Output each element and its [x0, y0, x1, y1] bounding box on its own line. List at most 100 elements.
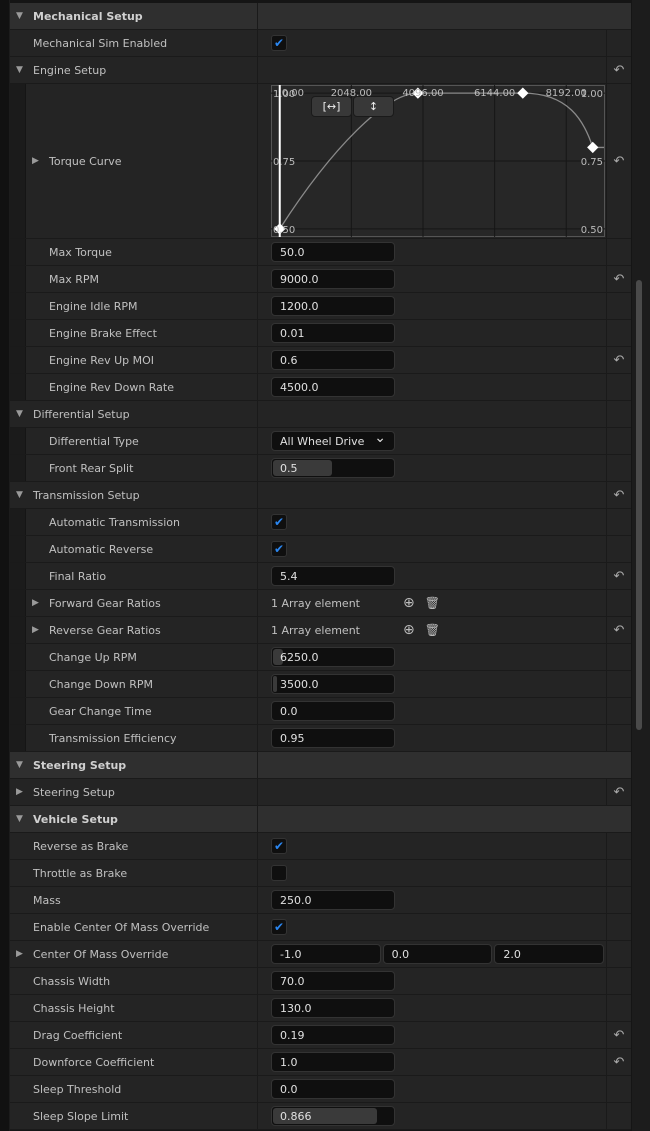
category-mechanical-setup[interactable]: ▼ Mechanical Setup [10, 3, 631, 30]
expand-arrow-icon[interactable]: ▶ [32, 156, 39, 166]
checkbox[interactable]: ✔ [271, 514, 287, 530]
input-value[interactable]: 6250.0 [280, 651, 319, 664]
input-value[interactable]: 0.0 [392, 948, 410, 961]
input-value[interactable]: 0.0 [280, 705, 298, 718]
collapse-arrow-icon[interactable]: ▼ [16, 409, 23, 419]
property-label: Sleep Threshold [33, 1082, 122, 1096]
input-value[interactable]: 5.4 [280, 570, 298, 583]
scrollbar[interactable] [632, 0, 650, 1131]
combo-box[interactable]: All Wheel Drive ⌄ [271, 430, 395, 451]
fit-vertical-button[interactable]: ↕ [353, 96, 394, 117]
checkbox[interactable]: ✔ [271, 919, 287, 935]
numeric-input[interactable]: 0.0 [271, 701, 395, 721]
input-value[interactable]: -1.0 [280, 948, 301, 961]
property-label: Max Torque [49, 245, 112, 259]
indent-bar [10, 590, 26, 616]
input-value[interactable]: 1.0 [280, 1056, 298, 1069]
property-row-torque-curve[interactable]: ▶ Torque Curve 0.00 2048.00 4096.00 6144.00 81… [10, 84, 631, 239]
input-value[interactable]: 0.19 [280, 1029, 305, 1042]
property-row-center-of-mass-override[interactable]: ▶ Center Of Mass Override -1.0 0.0 2.0 [10, 941, 631, 968]
reset-to-default-icon[interactable]: ↶ [614, 353, 625, 368]
input-value[interactable]: 0.5 [280, 462, 298, 475]
input-value[interactable]: 9000.0 [280, 273, 319, 286]
collapse-arrow-icon[interactable]: ▼ [16, 814, 23, 824]
property-row-transmission-setup[interactable]: ▼ Transmission Setup ↶ [10, 482, 631, 509]
collapse-arrow-icon[interactable]: ▼ [16, 760, 23, 770]
input-value[interactable]: 250.0 [280, 894, 312, 907]
input-value[interactable]: 0.95 [280, 732, 305, 745]
category-steering-setup[interactable]: ▼ Steering Setup [10, 752, 631, 779]
add-element-icon[interactable]: ⊕ [403, 595, 415, 611]
input-value[interactable]: 0.6 [280, 354, 298, 367]
numeric-input[interactable]: 0.866 [271, 1106, 395, 1126]
numeric-input[interactable]: 1.0 [271, 1052, 395, 1072]
value-cell: 50.0 [258, 239, 607, 265]
reset-to-default-icon[interactable]: ↶ [614, 154, 625, 169]
delete-icon[interactable]: 🗑 [425, 596, 440, 610]
delete-icon[interactable]: 🗑 [425, 623, 440, 637]
numeric-input[interactable]: 0.0 [271, 1079, 395, 1099]
checkbox[interactable]: ✔ [271, 35, 287, 51]
input-value[interactable]: 70.0 [280, 975, 305, 988]
reset-to-default-icon[interactable]: ↶ [614, 63, 625, 78]
reset-to-default-icon[interactable]: ↶ [614, 623, 625, 638]
y-tick-label-right: 0.75 [581, 157, 603, 168]
expand-arrow-icon[interactable]: ▶ [16, 787, 23, 797]
numeric-input[interactable]: 9000.0 [271, 269, 395, 289]
input-value[interactable]: 4500.0 [280, 381, 319, 394]
property-row-engine-setup[interactable]: ▼ Engine Setup ↶ [10, 57, 631, 84]
input-value[interactable]: 0.866 [280, 1110, 312, 1123]
x-component-input[interactable]: -1.0 [271, 944, 381, 964]
expand-arrow-icon[interactable]: ▶ [32, 625, 39, 635]
expand-arrow-icon[interactable]: ▶ [32, 598, 39, 608]
numeric-input[interactable]: 5.4 [271, 566, 395, 586]
input-value[interactable]: 130.0 [280, 1002, 312, 1015]
collapse-arrow-icon[interactable]: ▼ [16, 490, 23, 500]
input-value[interactable]: 3500.0 [280, 678, 319, 691]
checkbox[interactable]: ✔ [271, 541, 287, 557]
input-value[interactable]: 0.0 [280, 1083, 298, 1096]
collapse-arrow-icon[interactable]: ▼ [16, 65, 23, 75]
name-cell: Max Torque [10, 239, 258, 265]
numeric-input[interactable]: 70.0 [271, 971, 395, 991]
reset-to-default-icon[interactable]: ↶ [614, 1055, 625, 1070]
reset-to-default-icon[interactable]: ↶ [614, 569, 625, 584]
numeric-input[interactable]: 6250.0 [271, 647, 395, 667]
input-value[interactable]: 2.0 [503, 948, 521, 961]
category-vehicle-setup[interactable]: ▼ Vehicle Setup [10, 806, 631, 833]
numeric-input[interactable]: 130.0 [271, 998, 395, 1018]
collapse-arrow-icon[interactable]: ▼ [16, 11, 23, 21]
numeric-input[interactable]: 0.6 [271, 350, 395, 370]
input-value[interactable]: 0.01 [280, 327, 305, 340]
property-row-steering-setup[interactable]: ▶ Steering Setup ↶ [10, 779, 631, 806]
input-value[interactable]: 50.0 [280, 246, 305, 259]
numeric-input[interactable]: 0.5 [271, 458, 395, 478]
property-row-reverse-gear-ratios[interactable]: ▶ Reverse Gear Ratios 1 Array element ⊕ 🗑 ↶ [10, 617, 631, 644]
scrollbar-thumb[interactable] [636, 280, 642, 730]
numeric-input[interactable]: 0.95 [271, 728, 395, 748]
expand-arrow-icon[interactable]: ▶ [16, 949, 23, 959]
numeric-input[interactable]: 0.01 [271, 323, 395, 343]
numeric-input[interactable]: 0.19 [271, 1025, 395, 1045]
torque-curve-widget: 0.00 2048.00 4096.00 6144.00 8192.00 1.00 0.75… [271, 84, 605, 238]
y-component-input[interactable]: 0.0 [382, 944, 493, 964]
z-component-input[interactable]: 2.0 [494, 944, 605, 964]
input-value[interactable]: 1200.0 [280, 300, 319, 313]
add-element-icon[interactable]: ⊕ [403, 622, 415, 638]
numeric-input[interactable]: 3500.0 [271, 674, 395, 694]
property-row-differential-setup[interactable]: ▼ Differential Setup [10, 401, 631, 428]
reset-to-default-icon[interactable]: ↶ [614, 1028, 625, 1043]
checkbox[interactable]: ✔ [271, 838, 287, 854]
array-controls: 1 Array element ⊕ 🗑 [271, 595, 440, 611]
reset-to-default-icon[interactable]: ↶ [614, 272, 625, 287]
numeric-input[interactable]: 50.0 [271, 242, 395, 262]
numeric-input[interactable]: 250.0 [271, 890, 395, 910]
checkmark-icon: ✔ [273, 36, 285, 50]
reset-to-default-icon[interactable]: ↶ [614, 488, 625, 503]
numeric-input[interactable]: 1200.0 [271, 296, 395, 316]
checkbox[interactable] [271, 865, 287, 881]
fit-horizontal-button[interactable]: [↔] [311, 96, 352, 117]
property-row-forward-gear-ratios[interactable]: ▶ Forward Gear Ratios 1 Array element ⊕ 🗑 [10, 590, 631, 617]
reset-to-default-icon[interactable]: ↶ [614, 785, 625, 800]
numeric-input[interactable]: 4500.0 [271, 377, 395, 397]
